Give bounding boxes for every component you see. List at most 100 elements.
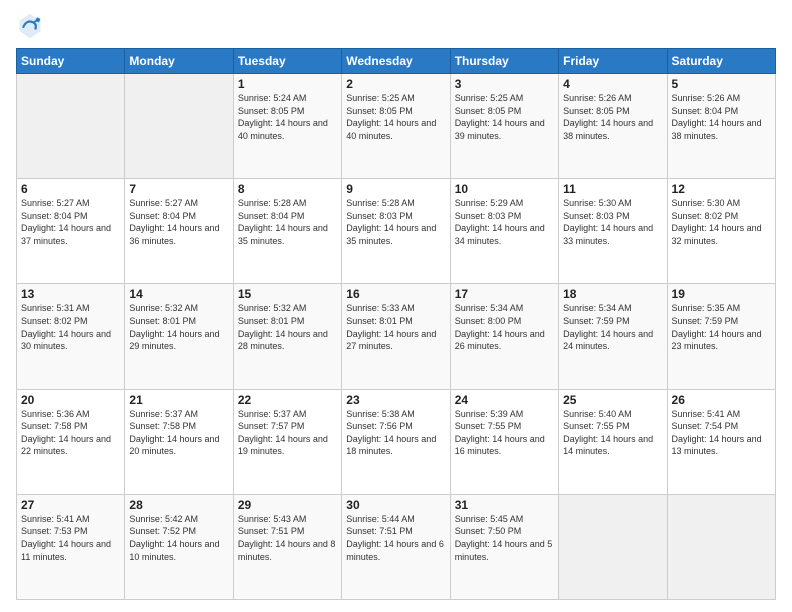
day-number: 6	[21, 182, 120, 196]
day-number: 27	[21, 498, 120, 512]
cell-info: Sunrise: 5:29 AMSunset: 8:03 PMDaylight:…	[455, 197, 554, 247]
calendar-cell: 13Sunrise: 5:31 AMSunset: 8:02 PMDayligh…	[17, 284, 125, 389]
cell-info: Sunrise: 5:28 AMSunset: 8:04 PMDaylight:…	[238, 197, 337, 247]
cell-info: Sunrise: 5:35 AMSunset: 7:59 PMDaylight:…	[672, 302, 771, 352]
day-number: 9	[346, 182, 445, 196]
weekday-monday: Monday	[125, 49, 233, 74]
day-number: 30	[346, 498, 445, 512]
calendar-cell: 21Sunrise: 5:37 AMSunset: 7:58 PMDayligh…	[125, 389, 233, 494]
weekday-wednesday: Wednesday	[342, 49, 450, 74]
weekday-thursday: Thursday	[450, 49, 558, 74]
calendar-cell: 19Sunrise: 5:35 AMSunset: 7:59 PMDayligh…	[667, 284, 775, 389]
cell-info: Sunrise: 5:26 AMSunset: 8:05 PMDaylight:…	[563, 92, 662, 142]
day-number: 25	[563, 393, 662, 407]
week-row-2: 6Sunrise: 5:27 AMSunset: 8:04 PMDaylight…	[17, 179, 776, 284]
day-number: 21	[129, 393, 228, 407]
cell-info: Sunrise: 5:33 AMSunset: 8:01 PMDaylight:…	[346, 302, 445, 352]
cell-info: Sunrise: 5:43 AMSunset: 7:51 PMDaylight:…	[238, 513, 337, 563]
day-number: 15	[238, 287, 337, 301]
cell-info: Sunrise: 5:31 AMSunset: 8:02 PMDaylight:…	[21, 302, 120, 352]
calendar-table: SundayMondayTuesdayWednesdayThursdayFrid…	[16, 48, 776, 600]
day-number: 31	[455, 498, 554, 512]
day-number: 12	[672, 182, 771, 196]
calendar-cell: 14Sunrise: 5:32 AMSunset: 8:01 PMDayligh…	[125, 284, 233, 389]
cell-info: Sunrise: 5:34 AMSunset: 8:00 PMDaylight:…	[455, 302, 554, 352]
cell-info: Sunrise: 5:24 AMSunset: 8:05 PMDaylight:…	[238, 92, 337, 142]
cell-info: Sunrise: 5:34 AMSunset: 7:59 PMDaylight:…	[563, 302, 662, 352]
cell-info: Sunrise: 5:27 AMSunset: 8:04 PMDaylight:…	[21, 197, 120, 247]
day-number: 8	[238, 182, 337, 196]
cell-info: Sunrise: 5:39 AMSunset: 7:55 PMDaylight:…	[455, 408, 554, 458]
cell-info: Sunrise: 5:41 AMSunset: 7:53 PMDaylight:…	[21, 513, 120, 563]
day-number: 20	[21, 393, 120, 407]
day-number: 24	[455, 393, 554, 407]
logo-icon	[16, 12, 44, 40]
weekday-sunday: Sunday	[17, 49, 125, 74]
day-number: 18	[563, 287, 662, 301]
day-number: 13	[21, 287, 120, 301]
weekday-row: SundayMondayTuesdayWednesdayThursdayFrid…	[17, 49, 776, 74]
calendar-cell	[17, 74, 125, 179]
calendar-cell: 20Sunrise: 5:36 AMSunset: 7:58 PMDayligh…	[17, 389, 125, 494]
day-number: 28	[129, 498, 228, 512]
weekday-saturday: Saturday	[667, 49, 775, 74]
day-number: 14	[129, 287, 228, 301]
weekday-tuesday: Tuesday	[233, 49, 341, 74]
calendar-cell: 29Sunrise: 5:43 AMSunset: 7:51 PMDayligh…	[233, 494, 341, 599]
week-row-5: 27Sunrise: 5:41 AMSunset: 7:53 PMDayligh…	[17, 494, 776, 599]
cell-info: Sunrise: 5:41 AMSunset: 7:54 PMDaylight:…	[672, 408, 771, 458]
day-number: 29	[238, 498, 337, 512]
calendar-body: 1Sunrise: 5:24 AMSunset: 8:05 PMDaylight…	[17, 74, 776, 600]
calendar-cell: 28Sunrise: 5:42 AMSunset: 7:52 PMDayligh…	[125, 494, 233, 599]
calendar-cell: 11Sunrise: 5:30 AMSunset: 8:03 PMDayligh…	[559, 179, 667, 284]
cell-info: Sunrise: 5:42 AMSunset: 7:52 PMDaylight:…	[129, 513, 228, 563]
cell-info: Sunrise: 5:30 AMSunset: 8:02 PMDaylight:…	[672, 197, 771, 247]
day-number: 26	[672, 393, 771, 407]
day-number: 23	[346, 393, 445, 407]
day-number: 22	[238, 393, 337, 407]
day-number: 17	[455, 287, 554, 301]
calendar-cell: 31Sunrise: 5:45 AMSunset: 7:50 PMDayligh…	[450, 494, 558, 599]
calendar-cell: 26Sunrise: 5:41 AMSunset: 7:54 PMDayligh…	[667, 389, 775, 494]
cell-info: Sunrise: 5:44 AMSunset: 7:51 PMDaylight:…	[346, 513, 445, 563]
calendar-cell: 12Sunrise: 5:30 AMSunset: 8:02 PMDayligh…	[667, 179, 775, 284]
cell-info: Sunrise: 5:26 AMSunset: 8:04 PMDaylight:…	[672, 92, 771, 142]
cell-info: Sunrise: 5:40 AMSunset: 7:55 PMDaylight:…	[563, 408, 662, 458]
day-number: 11	[563, 182, 662, 196]
week-row-3: 13Sunrise: 5:31 AMSunset: 8:02 PMDayligh…	[17, 284, 776, 389]
cell-info: Sunrise: 5:25 AMSunset: 8:05 PMDaylight:…	[346, 92, 445, 142]
calendar-cell: 27Sunrise: 5:41 AMSunset: 7:53 PMDayligh…	[17, 494, 125, 599]
day-number: 5	[672, 77, 771, 91]
calendar-cell: 6Sunrise: 5:27 AMSunset: 8:04 PMDaylight…	[17, 179, 125, 284]
cell-info: Sunrise: 5:38 AMSunset: 7:56 PMDaylight:…	[346, 408, 445, 458]
day-number: 19	[672, 287, 771, 301]
cell-info: Sunrise: 5:30 AMSunset: 8:03 PMDaylight:…	[563, 197, 662, 247]
calendar-cell: 16Sunrise: 5:33 AMSunset: 8:01 PMDayligh…	[342, 284, 450, 389]
week-row-4: 20Sunrise: 5:36 AMSunset: 7:58 PMDayligh…	[17, 389, 776, 494]
cell-info: Sunrise: 5:37 AMSunset: 7:57 PMDaylight:…	[238, 408, 337, 458]
calendar-cell	[667, 494, 775, 599]
page: SundayMondayTuesdayWednesdayThursdayFrid…	[0, 0, 792, 612]
calendar-cell: 5Sunrise: 5:26 AMSunset: 8:04 PMDaylight…	[667, 74, 775, 179]
calendar-cell: 25Sunrise: 5:40 AMSunset: 7:55 PMDayligh…	[559, 389, 667, 494]
day-number: 1	[238, 77, 337, 91]
calendar-cell	[559, 494, 667, 599]
calendar-header: SundayMondayTuesdayWednesdayThursdayFrid…	[17, 49, 776, 74]
calendar-cell: 30Sunrise: 5:44 AMSunset: 7:51 PMDayligh…	[342, 494, 450, 599]
cell-info: Sunrise: 5:28 AMSunset: 8:03 PMDaylight:…	[346, 197, 445, 247]
logo	[16, 12, 48, 40]
cell-info: Sunrise: 5:45 AMSunset: 7:50 PMDaylight:…	[455, 513, 554, 563]
calendar-cell: 15Sunrise: 5:32 AMSunset: 8:01 PMDayligh…	[233, 284, 341, 389]
cell-info: Sunrise: 5:25 AMSunset: 8:05 PMDaylight:…	[455, 92, 554, 142]
calendar-cell: 17Sunrise: 5:34 AMSunset: 8:00 PMDayligh…	[450, 284, 558, 389]
day-number: 4	[563, 77, 662, 91]
calendar-cell	[125, 74, 233, 179]
cell-info: Sunrise: 5:36 AMSunset: 7:58 PMDaylight:…	[21, 408, 120, 458]
day-number: 16	[346, 287, 445, 301]
day-number: 2	[346, 77, 445, 91]
cell-info: Sunrise: 5:27 AMSunset: 8:04 PMDaylight:…	[129, 197, 228, 247]
calendar-cell: 3Sunrise: 5:25 AMSunset: 8:05 PMDaylight…	[450, 74, 558, 179]
week-row-1: 1Sunrise: 5:24 AMSunset: 8:05 PMDaylight…	[17, 74, 776, 179]
calendar-cell: 24Sunrise: 5:39 AMSunset: 7:55 PMDayligh…	[450, 389, 558, 494]
calendar-cell: 9Sunrise: 5:28 AMSunset: 8:03 PMDaylight…	[342, 179, 450, 284]
